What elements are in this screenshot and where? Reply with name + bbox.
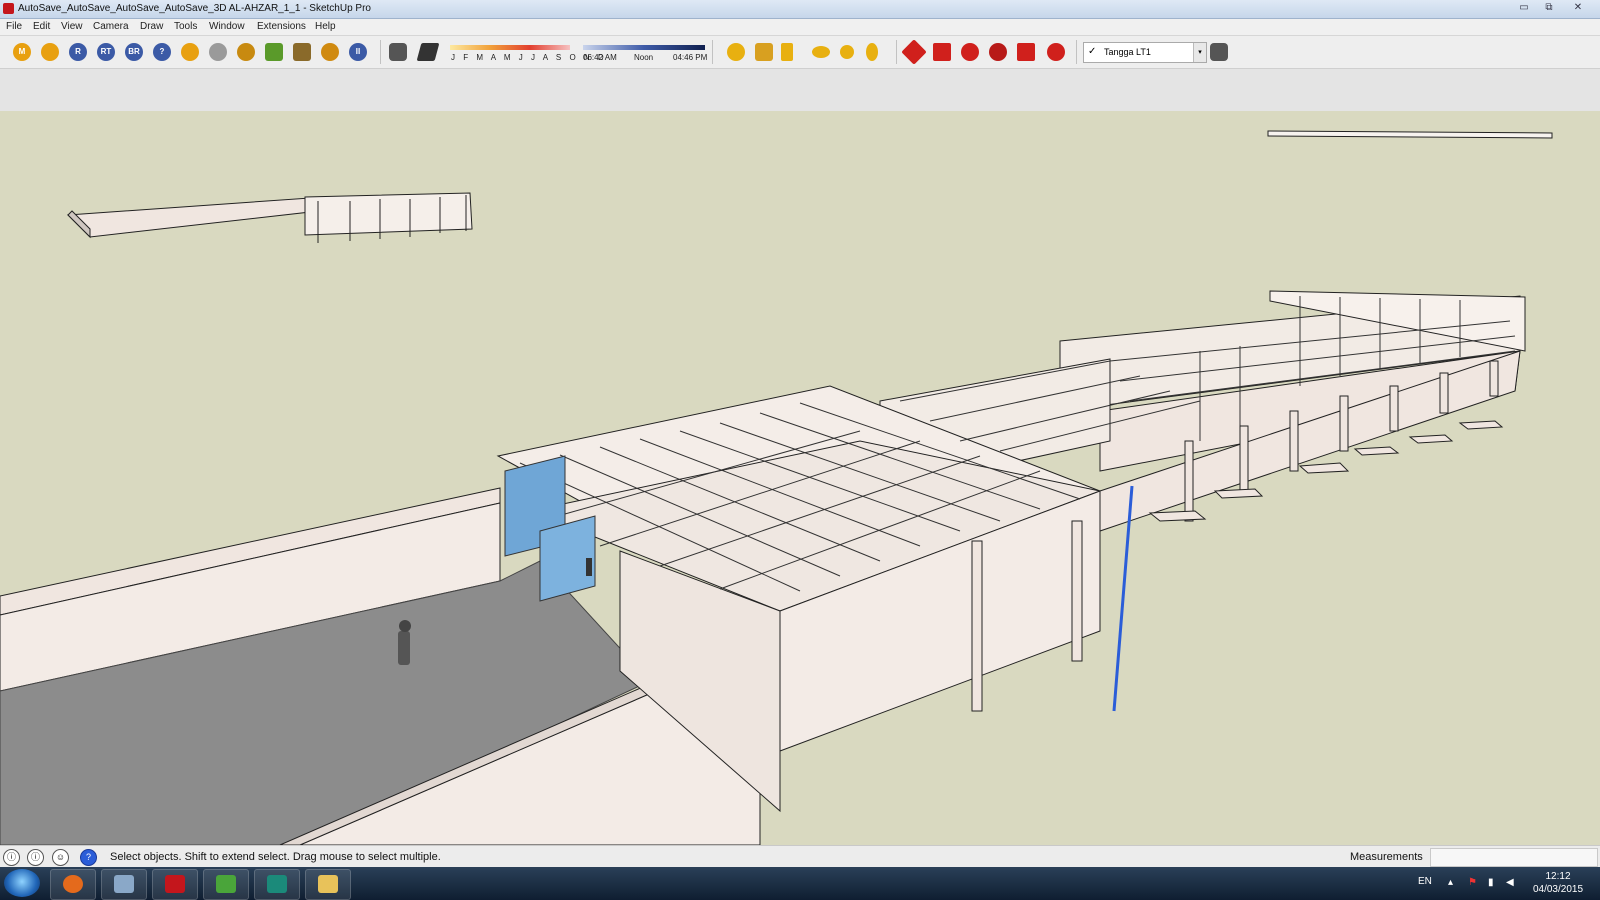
taskbar-sketchup[interactable] xyxy=(152,869,198,900)
scale-icon[interactable] xyxy=(1017,43,1035,61)
close-button[interactable]: ✕ xyxy=(1568,1,1588,15)
restore-button[interactable]: ⧉ xyxy=(1539,1,1559,15)
pause-icon[interactable]: II xyxy=(349,43,367,61)
time-noon-label: Noon xyxy=(634,53,654,62)
leaf-icon xyxy=(216,875,236,893)
start-button[interactable] xyxy=(4,869,40,897)
toolbar-separator xyxy=(380,40,381,64)
measurements-field[interactable] xyxy=(1430,848,1598,867)
help-icon[interactable]: ? xyxy=(153,43,171,61)
plugin-r-icon[interactable]: R xyxy=(69,43,87,61)
distant-slab xyxy=(1267,130,1553,139)
time-slider[interactable] xyxy=(583,45,705,50)
menu-window[interactable]: Window xyxy=(209,21,245,32)
offset-icon[interactable] xyxy=(1047,43,1065,61)
toolbar-dock-area xyxy=(0,69,1600,111)
instructor-help-icon[interactable]: ? xyxy=(80,849,97,866)
clock-date: 04/03/2015 xyxy=(1532,884,1584,895)
display-shadows-icon[interactable] xyxy=(416,43,440,61)
credits-icon[interactable]: ⓘ xyxy=(27,849,44,866)
distant-walkway xyxy=(66,197,311,238)
toolbar-separator xyxy=(896,40,897,64)
action-center-icon[interactable]: ⚑ xyxy=(1468,877,1477,888)
autocad-icon xyxy=(267,875,287,893)
volume-icon[interactable]: ◀ xyxy=(1506,877,1514,888)
month-slider[interactable] xyxy=(450,45,570,50)
move-icon[interactable] xyxy=(901,39,927,65)
tray-expand-icon[interactable]: ▴ xyxy=(1448,877,1453,888)
layer-name: Tangga LT1 xyxy=(1104,47,1151,57)
menu-view[interactable]: View xyxy=(61,21,83,32)
tree2-icon[interactable] xyxy=(293,43,311,61)
sun-icon[interactable] xyxy=(727,43,745,61)
taskbar-calculator[interactable] xyxy=(101,869,147,900)
sun-half-icon[interactable] xyxy=(812,46,830,58)
toolbar-separator xyxy=(1076,40,1077,64)
menu-camera[interactable]: Camera xyxy=(93,21,129,32)
time-start-label: 06:42 AM xyxy=(583,53,617,62)
menu-extensions[interactable]: Extensions xyxy=(257,21,306,32)
time-end-label: 04:46 PM xyxy=(673,53,708,62)
sphere-icon[interactable] xyxy=(209,43,227,61)
window-title: AutoSave_AutoSave_AutoSave_AutoSave_3D A… xyxy=(18,3,371,14)
menu-edit[interactable]: Edit xyxy=(33,21,50,32)
push-pull-icon[interactable] xyxy=(933,43,951,61)
measurements-label: Measurements xyxy=(1350,851,1423,863)
geo-location-icon[interactable]: ⓘ xyxy=(3,849,20,866)
sun-flag-icon[interactable] xyxy=(781,43,793,61)
status-message: Select objects. Shift to extend select. … xyxy=(110,851,441,863)
menu-help[interactable]: Help xyxy=(315,21,336,32)
user-icon[interactable]: ☺ xyxy=(52,849,69,866)
taskbar-autocad-app[interactable] xyxy=(254,869,300,900)
sketchup-icon xyxy=(165,875,185,893)
title-bar: AutoSave_AutoSave_AutoSave_AutoSave_3D A… xyxy=(0,0,1600,19)
sun-key-icon[interactable] xyxy=(866,43,878,61)
menu-draw[interactable]: Draw xyxy=(140,21,163,32)
chevron-down-icon[interactable]: ▾ xyxy=(1193,43,1206,62)
network-icon[interactable]: ▮ xyxy=(1488,877,1494,888)
follow-me-icon[interactable] xyxy=(989,43,1007,61)
menu-tools[interactable]: Tools xyxy=(174,21,197,32)
status-bar: ⓘ ⓘ ☺ ? Select objects. Shift to extend … xyxy=(0,845,1600,868)
tag2-icon[interactable] xyxy=(181,43,199,61)
distant-building xyxy=(304,192,473,236)
rotate-icon[interactable] xyxy=(961,43,979,61)
light-icon[interactable] xyxy=(237,43,255,61)
layer-check-icon: ✓ xyxy=(1088,46,1097,57)
windows-taskbar: EN ▴ ⚑ ▮ ◀ 12:12 04/03/2015 xyxy=(0,867,1600,900)
model-viewport[interactable] xyxy=(0,111,1600,845)
main-toolbar: M R RT BR ? II J F M A M J J A S O N D 0… xyxy=(0,36,1600,69)
plugin-m-icon[interactable]: M xyxy=(13,43,31,61)
model-drawing xyxy=(0,130,1553,845)
taskbar-leaf-app[interactable] xyxy=(203,869,249,900)
language-indicator[interactable]: EN xyxy=(1418,876,1432,887)
menu-file[interactable]: File xyxy=(6,21,22,32)
sun-dot-icon[interactable] xyxy=(840,45,854,59)
clock-time: 12:12 xyxy=(1545,871,1571,882)
tree-icon[interactable] xyxy=(265,43,283,61)
plugin-br-icon[interactable]: BR xyxy=(125,43,143,61)
tag-icon[interactable] xyxy=(41,43,59,61)
taskbar-explorer[interactable] xyxy=(305,869,351,900)
target-icon[interactable] xyxy=(321,43,339,61)
firefox-icon xyxy=(63,875,83,893)
menu-bar: File Edit View Camera Draw Tools Window … xyxy=(0,19,1600,36)
calculator-icon xyxy=(114,875,134,893)
shadow-settings-icon[interactable] xyxy=(389,43,407,61)
sketchup-app-icon xyxy=(3,3,14,14)
layer-manager-icon[interactable] xyxy=(1210,43,1228,61)
folder-icon xyxy=(318,875,338,893)
plugin-rt-icon[interactable]: RT xyxy=(97,43,115,61)
toolbar-separator xyxy=(712,40,713,64)
layer-select[interactable]: ✓ Tangga LT1 ▾ xyxy=(1083,42,1207,63)
minimize-button[interactable]: ▭ xyxy=(1514,1,1534,15)
system-clock[interactable]: 12:12 04/03/2015 xyxy=(1520,870,1596,896)
taskbar-firefox[interactable] xyxy=(50,869,96,900)
sun-up-icon[interactable] xyxy=(755,43,773,61)
